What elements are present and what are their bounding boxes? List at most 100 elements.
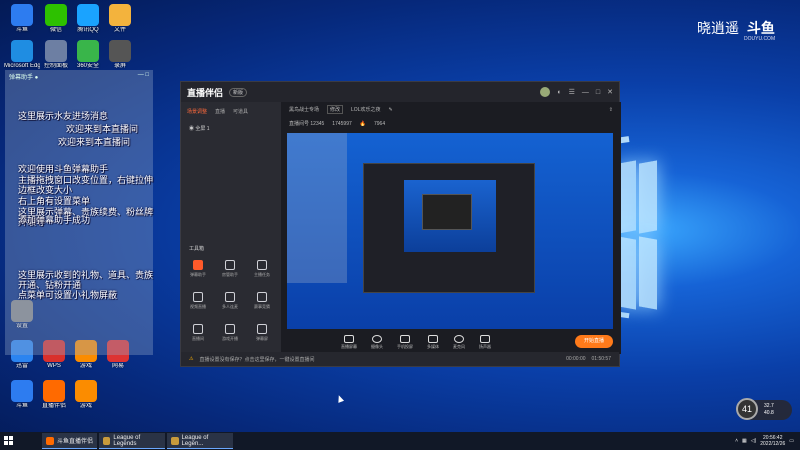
notification-icon[interactable]: ▭ xyxy=(789,438,794,444)
microphone-button[interactable]: 麦克风 xyxy=(453,335,465,350)
tool-danmaku[interactable]: 弹幕助手 xyxy=(183,260,213,278)
live-icon xyxy=(43,380,65,402)
taskbar: 斗鱼直播伴侣 League of Legends League of Legen… xyxy=(0,432,800,450)
video-icon xyxy=(193,292,203,302)
warning-icon: ⚠ xyxy=(189,356,194,362)
folder-icon xyxy=(109,4,131,26)
desktop-icon[interactable]: 游戏 xyxy=(68,380,104,410)
desktop-icon[interactable]: 录屏 xyxy=(102,40,138,70)
eye-icon[interactable]: ◉ xyxy=(189,126,194,132)
status-message[interactable]: 直播设置没有保存？点击这里保存，一键设置直播间 xyxy=(199,356,314,363)
tab-live[interactable]: 直播 xyxy=(215,108,225,115)
source-toolbar: 直播屏幕 摄像头 手机投屏 多媒体 麦克风 扬声器 xyxy=(281,331,621,354)
avatar[interactable] xyxy=(540,87,551,97)
version-badge[interactable]: 新版 xyxy=(229,87,248,97)
app-logo: 直播伴侣 xyxy=(187,87,224,98)
screen-capture-button[interactable]: 直播屏幕 xyxy=(341,335,357,350)
taskbar-app[interactable]: League of Legends xyxy=(99,433,166,449)
start-button[interactable] xyxy=(0,432,18,450)
share-icon[interactable]: ⇪ xyxy=(609,107,613,113)
camera-button[interactable]: 摄像头 xyxy=(371,335,383,350)
chat-message: 这里展示收到的礼物、道具、贵族开通、钻粉开通 xyxy=(18,270,154,290)
fans-count: 1745997 xyxy=(332,120,352,127)
chat-message: 添加弹幕助手成功 xyxy=(18,215,91,225)
bird-icon xyxy=(11,380,33,402)
desktop-icon[interactable]: 微信 xyxy=(38,4,74,34)
tool-game-live[interactable]: 游戏开播 xyxy=(215,324,245,342)
play-icon xyxy=(428,335,438,343)
streamer-name: 晓逍遥 xyxy=(697,20,739,36)
window-titlebar[interactable]: 直播伴侣 新版 ◐ ☰ — □ ✕ xyxy=(181,82,619,102)
tool-danmaku-screen[interactable]: 弹幕屏 xyxy=(247,324,277,342)
heat-value: 7964 xyxy=(374,120,386,127)
tool-video-live[interactable]: 视频直播 xyxy=(183,292,213,310)
desktop: 晓逍遥 斗鱼 DOUYU.COM 斗鱼 微信 腾讯QQ 文件 Microsoft… xyxy=(0,0,800,432)
scene-item[interactable]: ◉ 全屏 1 xyxy=(181,121,281,136)
close-icon[interactable]: ✕ xyxy=(607,88,613,96)
desktop-icon[interactable]: 斗鱼 xyxy=(4,4,40,34)
desktop-icon[interactable]: 文件 xyxy=(102,4,138,34)
edge-icon xyxy=(11,40,33,62)
panel-window-buttons[interactable]: — □ xyxy=(138,72,149,81)
speaker-button[interactable]: 扬声器 xyxy=(479,335,491,350)
volume-icon[interactable]: ◁) xyxy=(751,438,757,444)
chat-message: 欢迎使用斗鱼弹幕助手 xyxy=(18,164,109,174)
preview-nested-screen xyxy=(404,180,496,252)
game-icon xyxy=(75,380,97,402)
maximize-icon[interactable]: □ xyxy=(596,89,600,96)
tab-props[interactable]: 可道具 xyxy=(233,108,248,115)
danmaku-panel-header[interactable]: 弹幕助手 ● — □ xyxy=(5,70,153,83)
main-panel: 黑鸟战士专场 修改 LOL欢乐之夜 ✎ ⇪ 直播间号 12345 1745997… xyxy=(281,102,621,354)
phone-cast-button[interactable]: 手机投屏 xyxy=(397,335,413,350)
tool-room-admin[interactable]: 房管助手 xyxy=(215,260,245,278)
trophy-icon xyxy=(257,292,267,302)
download-speed: 40.8 xyxy=(764,410,774,416)
room-title[interactable]: 黑鸟战士专场 xyxy=(289,106,319,113)
menu-icon[interactable]: ☰ xyxy=(569,88,575,96)
taskbar-app[interactable]: 斗鱼直播伴侣 xyxy=(42,433,98,449)
media-button[interactable]: 多媒体 xyxy=(427,335,439,350)
tool-room[interactable]: 直播间 xyxy=(183,324,213,342)
league-icon xyxy=(103,436,111,445)
network-speed-widget[interactable]: 41 32.7 40.8 xyxy=(736,398,792,420)
chat-message: 右上角有设置菜单 xyxy=(18,196,91,206)
monitor-icon xyxy=(344,335,354,343)
tool-guess[interactable]: 赛事竞猜 xyxy=(247,292,277,310)
windows-logo-glow xyxy=(618,160,658,312)
clock[interactable]: 20:56:42 2022/12/26 xyxy=(760,435,785,447)
control-panel-icon xyxy=(45,40,67,62)
edit-icon[interactable]: ✎ xyxy=(388,107,392,113)
edit-title-button[interactable]: 修改 xyxy=(327,105,344,114)
stream-preview[interactable] xyxy=(287,133,613,329)
network-icon[interactable]: ▦ xyxy=(742,438,747,444)
upload-speed: 32.7 xyxy=(764,403,774,409)
chat-message: 点菜单可设置小礼物屏蔽 xyxy=(18,290,118,300)
skin-icon[interactable]: ◐ xyxy=(557,89,561,96)
taskbar-app[interactable]: League of Legen... xyxy=(167,433,234,449)
desktop-icon[interactable]: 360安全 xyxy=(70,40,106,70)
bird-icon xyxy=(11,4,33,26)
chevron-up-icon[interactable]: ˄ xyxy=(735,438,738,444)
preview-danmaku-overlay xyxy=(287,133,347,283)
room-info-row: 黑鸟战士专场 修改 LOL欢乐之夜 ✎ ⇪ xyxy=(281,102,621,117)
user-icon xyxy=(225,260,235,270)
room-icon xyxy=(193,324,203,334)
tool-tasks[interactable]: 主播任务 xyxy=(247,260,277,278)
desktop-icon[interactable]: 直播伴侣 xyxy=(36,380,72,410)
chat-message: 这里展示水友进场消息 xyxy=(18,111,109,121)
live-companion-window[interactable]: 直播伴侣 新版 ◐ ☰ — □ ✕ 场景调整 直播 可道具 ◉ 全屏 1 工具箱 xyxy=(180,81,621,367)
scene-label: 全屏 1 xyxy=(195,126,210,132)
desktop-icon[interactable]: 斗鱼 xyxy=(4,380,40,410)
preview-nested-window xyxy=(363,163,535,293)
desktop-icon[interactable]: 腾讯QQ xyxy=(70,4,106,34)
desktop-icon[interactable]: Microsoft Edge xyxy=(4,40,40,70)
minimize-icon[interactable]: — xyxy=(582,89,589,96)
speaker-icon xyxy=(480,335,490,343)
tool-multi-mic[interactable]: 多人连麦 xyxy=(215,292,245,310)
chat-message: 主播拖拽窗口改变位置，右键拉伸边框改变大小 xyxy=(18,175,154,195)
room-category[interactable]: LOL欢乐之夜 xyxy=(351,106,380,113)
tab-scene[interactable]: 场景调整 xyxy=(187,108,207,115)
start-live-button[interactable]: 开始直播 xyxy=(575,335,613,348)
preview-nested-window xyxy=(422,194,472,230)
desktop-icon[interactable]: 控制面板 xyxy=(38,40,74,70)
